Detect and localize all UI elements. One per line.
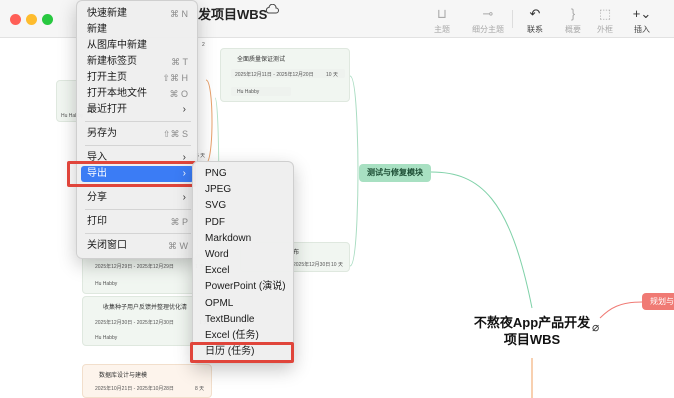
attachment-clip-icon[interactable]: ⌀ bbox=[592, 320, 599, 334]
duration: 8 天 bbox=[195, 386, 205, 392]
topic-card-left-date[interactable]: 2025年12月29日 - 2025年12月29日 1 天 Hu Habby bbox=[82, 254, 206, 294]
export-option-3[interactable]: PDF bbox=[197, 215, 291, 231]
menu-item-6[interactable]: 最近打开 › bbox=[81, 102, 194, 118]
menu-shortcut: ⌘ P bbox=[170, 217, 188, 227]
date-range: 2025年12月30日 - 2025年12月30日 bbox=[95, 320, 174, 326]
zoom-window-button[interactable] bbox=[42, 14, 53, 25]
toolbar-label: 外框 bbox=[597, 25, 613, 34]
owner-name: Hu Habby bbox=[95, 335, 118, 341]
topic-card-database[interactable]: 数据库设计与建模 2025年10月21日 - 2025年10月28日 8 天 bbox=[82, 364, 212, 398]
relationship-icon: ↶ bbox=[529, 6, 541, 21]
menu-item-7[interactable]: 另存为 ⇧⌘ S bbox=[81, 126, 194, 142]
subtopic-icon: ⊸ bbox=[482, 6, 494, 21]
menu-item-label: 从图库中新建 bbox=[87, 40, 147, 51]
export-option-9[interactable]: TextBundle bbox=[197, 312, 291, 328]
close-window-button[interactable] bbox=[10, 14, 21, 25]
toolbar-label: 联系 bbox=[527, 25, 543, 34]
menu-item-5[interactable]: 打开本地文件 ⌘ O bbox=[81, 86, 194, 102]
toolbar-label: 插入 bbox=[634, 25, 650, 34]
branch-node-testing[interactable]: 测试与修复模块 bbox=[359, 164, 431, 182]
export-option-0[interactable]: PNG bbox=[197, 166, 291, 182]
menu-shortcut: ⇧⌘ H bbox=[162, 73, 188, 83]
minimize-window-button[interactable] bbox=[26, 14, 37, 25]
export-option-7[interactable]: PowerPoint (演说) bbox=[197, 279, 291, 295]
menu-item-0[interactable]: 快速新建 ⌘ N bbox=[81, 6, 194, 22]
menu-item-12[interactable]: 关闭窗口 ⌘ W bbox=[81, 238, 194, 254]
menu-shortcut: ⌘ W bbox=[168, 241, 188, 251]
file-menu: 快速新建 ⌘ N 新建从图库中新建 新建标签页 ⌘ T 打开主页 ⇧⌘ H 打开本地文件 ⌘ O… bbox=[76, 0, 198, 259]
owner-name: Hu Habby bbox=[95, 281, 118, 287]
topic-title: 收集种子用户反馈并整理优化清 bbox=[103, 305, 188, 311]
cloud-sync-icon bbox=[265, 4, 279, 14]
menu-item-label: 打开主页 bbox=[87, 72, 127, 83]
branch-node-planning[interactable]: 规划与 bbox=[642, 293, 674, 310]
date-range: 2025年12月11日 - 2025年12月20日 bbox=[235, 72, 314, 78]
duration: 10 天 bbox=[326, 72, 338, 78]
toolbar-label: 细分主题 bbox=[472, 25, 504, 34]
owner-name: Hu Habby bbox=[237, 89, 260, 95]
toolbar-divider bbox=[512, 10, 513, 28]
menu-separator bbox=[85, 233, 191, 234]
toolbar-boundary-button[interactable]: ⬚ 外框 bbox=[585, 6, 625, 35]
export-option-4[interactable]: Markdown bbox=[197, 231, 291, 247]
menu-item-11[interactable]: 打印 ⌘ P bbox=[81, 214, 194, 230]
export-highlight bbox=[67, 161, 196, 187]
export-option-5[interactable]: Word bbox=[197, 247, 291, 263]
menu-item-label: 快速新建 bbox=[87, 8, 127, 19]
menu-item-10[interactable]: 分享 › bbox=[81, 190, 194, 206]
menu-item-label: 打印 bbox=[87, 216, 107, 227]
menu-shortcut: ⇧⌘ S bbox=[162, 129, 188, 139]
export-option-1[interactable]: JPEG bbox=[197, 182, 291, 198]
stub-label: 2 bbox=[202, 42, 205, 48]
menu-item-1[interactable]: 新建 bbox=[81, 22, 194, 38]
toolbar-subtopic-button[interactable]: ⊸ 细分主题 bbox=[468, 6, 508, 35]
calendar-export-highlight bbox=[190, 342, 294, 363]
export-option-8[interactable]: OPML bbox=[197, 296, 291, 312]
date-range: 2025年12月30日 bbox=[293, 262, 331, 268]
root-topic[interactable]: 不熬夜App产品开发 项目WBS bbox=[462, 314, 602, 348]
export-option-2[interactable]: SVG bbox=[197, 198, 291, 214]
duration: 10 天 bbox=[331, 262, 343, 268]
root-topic-line1: 不熬夜App产品开发 bbox=[473, 315, 591, 330]
menu-item-2[interactable]: 从图库中新建 bbox=[81, 38, 194, 54]
submenu-arrow-icon: › bbox=[182, 104, 186, 115]
menu-item-label: 新建标签页 bbox=[87, 56, 137, 67]
insert-icon: +⌄ bbox=[632, 6, 652, 21]
menu-item-label: 关闭窗口 bbox=[87, 240, 127, 251]
topic-card-quality-testing[interactable]: 全面质量保证测试 2025年12月11日 - 2025年12月20日 10 天 … bbox=[220, 48, 350, 102]
menu-item-label: 打开本地文件 bbox=[87, 88, 147, 99]
menu-separator bbox=[85, 209, 191, 210]
date-range: 2025年12月29日 - 2025年12月29日 bbox=[95, 264, 174, 270]
export-submenu: PNG JPEG SVG PDF Markdown Word Excel PowerPoint… bbox=[192, 161, 294, 364]
title-chevron-icon[interactable]: ⌄ bbox=[252, 5, 260, 16]
submenu-arrow-icon: › bbox=[182, 192, 186, 203]
topic-title: 数据库设计与建模 bbox=[99, 373, 148, 379]
menu-item-label: 最近打开 bbox=[87, 104, 127, 115]
boundary-icon: ⬚ bbox=[598, 6, 612, 21]
root-topic-line2: 项目WBS bbox=[503, 332, 561, 347]
toolbar-relationship-button[interactable]: ↶ 联系 bbox=[515, 6, 555, 35]
toolbar-insert-button[interactable]: +⌄ 插入 bbox=[622, 6, 662, 35]
menu-shortcut: ⌘ N bbox=[170, 9, 188, 19]
toolbar-topic-button[interactable]: ⊔ 主题 bbox=[422, 6, 462, 35]
menu-separator bbox=[85, 145, 191, 146]
date-range: 2025年10月21日 - 2025年10月28日 bbox=[95, 386, 174, 392]
topic-icon: ⊔ bbox=[436, 6, 448, 21]
menu-item-3[interactable]: 新建标签页 ⌘ T bbox=[81, 54, 194, 70]
menu-item-label: 分享 bbox=[87, 192, 107, 203]
menu-item-label: 另存为 bbox=[87, 128, 117, 139]
topic-title: 全面质量保证测试 bbox=[237, 57, 286, 63]
menu-shortcut: ⌘ O bbox=[169, 89, 188, 99]
toolbar-label: 主题 bbox=[434, 25, 450, 34]
app-window: 发项目WBS ⌄ ⊔ 主题 ⊸ 细分主题 ↶ 联系} 概要 ⬚ 外框 +⌄ 插入 全面质量保证测试 … bbox=[0, 0, 674, 398]
menu-item-4[interactable]: 打开主页 ⇧⌘ H bbox=[81, 70, 194, 86]
menu-item-label: 新建 bbox=[87, 24, 107, 35]
export-option-6[interactable]: Excel bbox=[197, 263, 291, 279]
menu-separator bbox=[85, 121, 191, 122]
menu-shortcut: ⌘ T bbox=[171, 57, 188, 67]
